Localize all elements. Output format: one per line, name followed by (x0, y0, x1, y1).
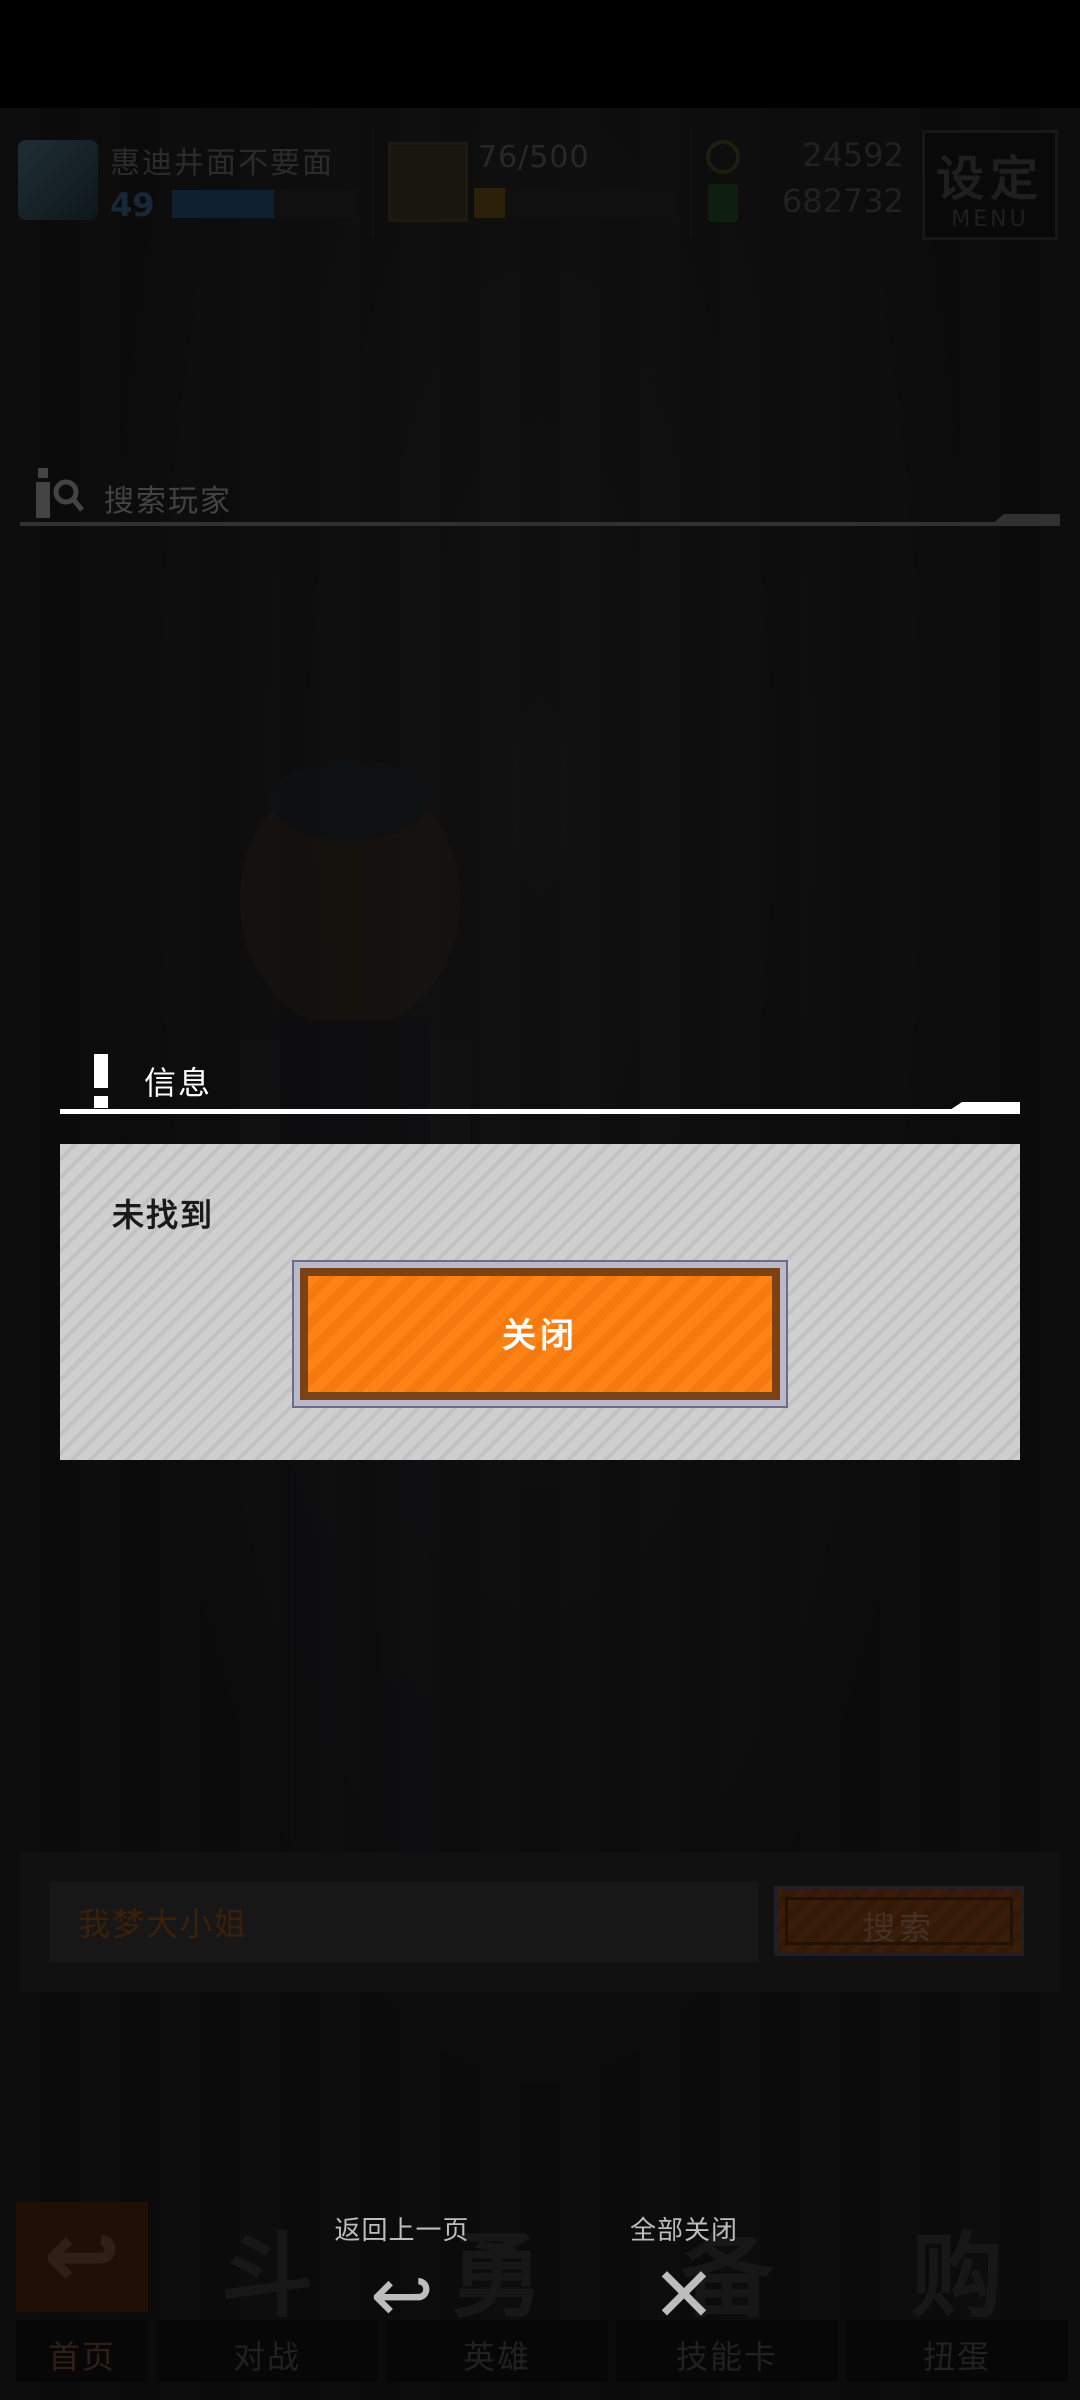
close-icon: ✕ (652, 2250, 716, 2339)
dialog-body: 未找到 关闭 (60, 1144, 1020, 1460)
dialog-message: 未找到 (112, 1196, 215, 1234)
back-button[interactable]: 返回上一页 ↩ (322, 2210, 482, 2333)
close-button[interactable]: 关闭 (292, 1260, 788, 1408)
dialog-title: 信息 (144, 1064, 213, 1102)
dialog-header: 信息 (60, 1050, 1020, 1114)
back-label: 返回上一页 (334, 2216, 470, 2246)
status-bar (0, 0, 1080, 108)
back-arrow-icon: ↩ (370, 2250, 434, 2339)
info-icon-dot (94, 1096, 108, 1108)
dialog-divider-accent (944, 1102, 1020, 1114)
info-icon (94, 1054, 108, 1088)
close-all-button[interactable]: 全部关闭 ✕ (614, 2210, 754, 2333)
dialog-divider (60, 1109, 1020, 1114)
close-button-label: 关闭 (502, 1316, 578, 1356)
close-all-label: 全部关闭 (629, 2216, 738, 2246)
